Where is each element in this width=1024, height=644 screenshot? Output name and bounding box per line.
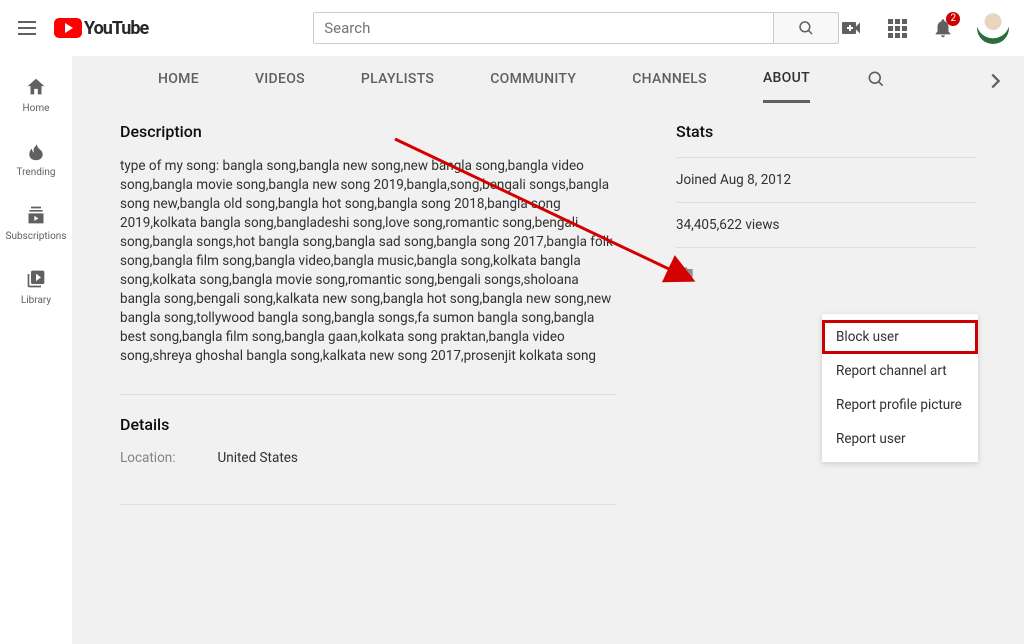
stats-joined: Joined Aug 8, 2012 — [676, 157, 976, 203]
sidebar-item-library[interactable]: Library — [0, 254, 72, 318]
sidebar-item-label: Trending — [17, 167, 56, 178]
menu-item-block-user[interactable]: Block user — [822, 320, 978, 354]
tab-playlists[interactable]: PLAYLISTS — [361, 56, 434, 102]
youtube-logo[interactable]: YouTube — [54, 18, 148, 39]
flag-menu: Block user Report channel art Report pro… — [822, 314, 978, 462]
subscriptions-icon — [26, 203, 46, 227]
divider — [120, 394, 616, 395]
trending-icon — [26, 139, 46, 163]
account-avatar[interactable] — [977, 12, 1009, 44]
menu-item-report-channel-art[interactable]: Report channel art — [822, 354, 978, 388]
flag-button[interactable] — [676, 264, 976, 284]
menu-item-report-profile-picture[interactable]: Report profile picture — [822, 388, 978, 422]
chevron-right-icon — [984, 70, 1006, 92]
tab-channels[interactable]: CHANNELS — [632, 56, 707, 102]
search-icon — [797, 19, 815, 37]
description-heading: Description — [120, 122, 616, 141]
channel-description: type of my song: bangla song,bangla new … — [120, 157, 616, 366]
sidebar-item-label: Subscriptions — [6, 231, 67, 242]
menu-button[interactable] — [16, 16, 38, 40]
home-icon — [25, 75, 47, 99]
sidebar-item-label: Home — [23, 103, 50, 114]
notifications-button[interactable]: 2 — [931, 16, 955, 40]
library-icon — [26, 267, 46, 291]
apps-grid-icon — [888, 19, 907, 38]
divider — [120, 504, 616, 505]
channel-search-button[interactable] — [866, 69, 886, 89]
sidebar-item-label: Library — [21, 295, 51, 306]
sidebar-item-home[interactable]: Home — [0, 62, 72, 126]
details-heading: Details — [120, 415, 616, 434]
video-plus-icon — [839, 16, 863, 40]
stats-heading: Stats — [676, 122, 976, 141]
search-button[interactable] — [773, 12, 839, 44]
apps-button[interactable] — [885, 16, 909, 40]
sidebar-item-subscriptions[interactable]: Subscriptions — [0, 190, 72, 254]
youtube-logo-text: YouTube — [84, 18, 148, 39]
create-video-button[interactable] — [839, 16, 863, 40]
tabs-scroll-right[interactable] — [984, 70, 1006, 92]
notifications-badge: 2 — [946, 12, 960, 26]
search-icon — [866, 69, 886, 89]
tab-about[interactable]: ABOUT — [763, 57, 810, 103]
location-value: United States — [218, 450, 298, 466]
location-label: Location: — [120, 450, 176, 466]
sidebar-item-trending[interactable]: Trending — [0, 126, 72, 190]
tab-community[interactable]: COMMUNITY — [490, 56, 576, 102]
tab-videos[interactable]: VIDEOS — [255, 56, 305, 102]
flag-icon — [676, 264, 696, 284]
menu-item-report-user[interactable]: Report user — [822, 422, 978, 456]
stats-views: 34,405,622 views — [676, 203, 976, 248]
tab-home[interactable]: HOME — [158, 56, 199, 102]
search-input[interactable] — [313, 12, 773, 44]
youtube-play-icon — [54, 18, 82, 38]
